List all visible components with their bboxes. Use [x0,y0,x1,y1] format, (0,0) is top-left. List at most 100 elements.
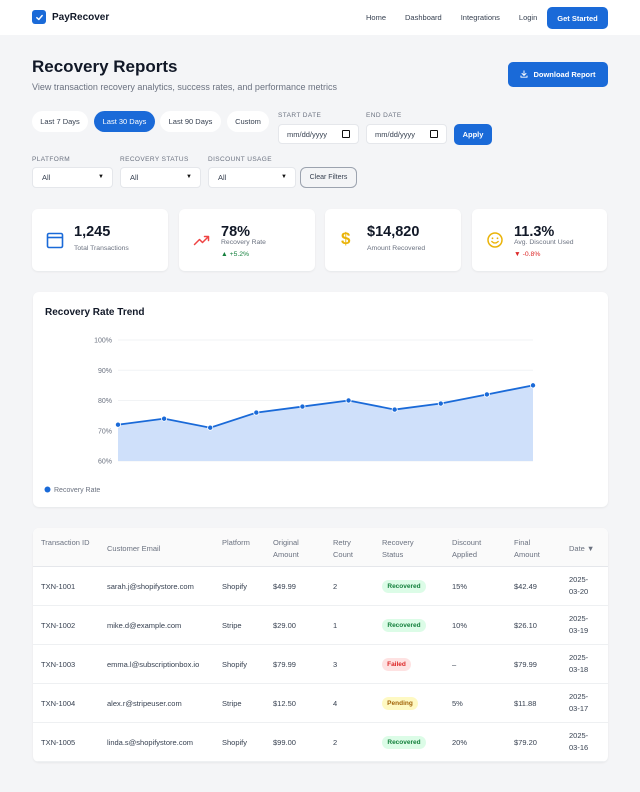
cell-discount-applied: 15% [452,582,468,591]
table-row[interactable]: TXN-1005 linda.s@shopifystore.com Shopify $… [33,723,608,762]
stat-card-total-transactions: 1,245 Total Transactions [32,209,168,271]
cell-platform: Shopify [222,660,248,669]
cell-customer-email: alex.r@stripeuser.com [107,699,182,708]
data-point [207,424,214,431]
calendar-icon [46,231,64,249]
cell-platform: Shopify [222,582,248,591]
cell-final-amount: $26.10 [514,621,537,630]
column-header-discount-applied[interactable]: Discount Applied [452,537,492,561]
status-badge: Recovered [382,619,426,632]
start-date-placeholder: mm/dd/yyyy [287,129,328,139]
chevron-down-icon: ▼ [281,174,287,180]
range-30-days[interactable]: Last 30 Days [94,111,155,132]
recovery-status-select[interactable]: All ▼ [120,167,201,188]
cell-date: 2025-03-18 [569,653,589,674]
transactions-table: Transaction ID Customer Email Platform O… [33,528,608,762]
end-date-label: END DATE [366,112,402,119]
cell-transaction-id: TXN-1003 [41,660,76,669]
cell-transaction-id: TXN-1002 [41,621,76,630]
recovery-rate-chart-card: Recovery Rate Trend 100% 90% 80% 70% 60% Reco… [33,292,608,507]
nav-link-home[interactable]: Home [366,13,386,22]
discount-usage-select-value: All [218,173,227,182]
cell-retry-count: 2 [333,738,338,747]
column-header-retry-count[interactable]: Retry Count [333,537,373,561]
cell-retry-count: 3 [333,660,338,669]
cell-date: 2025-03-20 [569,575,589,596]
stat-value: $14,820 [367,224,420,240]
cell-original-amount: $49.99 [273,582,296,591]
legend-swatch [44,486,51,493]
nav-link-login[interactable]: Login [519,13,537,22]
column-header-transaction-id[interactable]: Transaction ID [41,537,99,549]
data-point [299,403,306,410]
calendar-icon[interactable] [342,130,350,138]
column-header-final-amount[interactable]: Final Amount [514,537,550,561]
apply-button[interactable]: Apply [454,124,492,145]
cell-date: 2025-03-16 [569,731,589,752]
status-badge: Failed [382,658,411,671]
stat-label: Total Transactions [74,245,129,252]
top-nav: PayRecover Home Dashboard Integrations L… [0,0,640,35]
get-started-button[interactable]: Get Started [547,7,608,29]
start-date-label: START DATE [278,112,322,119]
stat-value: 78% [221,224,251,240]
status-badge: Recovered [382,580,426,593]
nav-link-dashboard[interactable]: Dashboard [405,13,442,22]
cell-discount-applied: – [452,660,457,669]
cell-original-amount: $79.99 [273,660,296,669]
table-row[interactable]: TXN-1002 mike.d@example.com Stripe $29.00 1 R… [33,606,608,645]
logo[interactable]: PayRecover [32,10,109,24]
smile-icon [486,231,504,249]
chevron-down-icon: ▼ [186,174,192,180]
platform-label: PLATFORM [32,156,71,163]
end-date-input[interactable]: mm/dd/yyyy [366,124,447,144]
trend-up-icon [193,231,211,249]
status-badge: Recovered [382,736,426,749]
data-point [437,400,444,407]
cell-date: 2025-03-17 [569,692,589,713]
cell-transaction-id: TXN-1001 [41,582,76,591]
stat-delta: ▲ +5.2% [221,251,250,258]
cell-final-amount: $79.99 [514,660,537,669]
column-header-customer-email[interactable]: Customer Email [107,543,160,555]
clear-filters-button[interactable]: Clear Filters [300,167,357,188]
cell-platform: Shopify [222,738,248,747]
nav-link-integrations[interactable]: Integrations [461,13,500,22]
cell-platform: Stripe [222,621,242,630]
discount-usage-label: DISCOUNT USAGE [208,156,272,163]
start-date-input[interactable]: mm/dd/yyyy [278,124,359,144]
cell-customer-email: mike.d@example.com [107,621,182,630]
column-header-platform[interactable]: Platform [222,537,250,549]
check-icon [32,10,46,24]
column-header-original-amount[interactable]: Original Amount [273,537,313,561]
data-point [391,406,398,413]
chevron-down-icon: ▼ [98,174,104,180]
y-tick-label: 70% [98,428,112,435]
stat-card-avg-discount: 11.3% Avg. Discount Used ▼ -0.8% [472,209,607,271]
page-subtitle: View transaction recovery analytics, suc… [32,82,337,92]
cell-transaction-id: TXN-1004 [41,699,76,708]
dollar-icon: $ [341,229,351,248]
page-title: Recovery Reports [32,57,178,76]
status-badge: Pending [382,697,418,710]
discount-usage-select[interactable]: All ▼ [208,167,296,188]
download-report-button[interactable]: Download Report [508,62,608,87]
data-point [161,415,168,422]
range-7-days[interactable]: Last 7 Days [32,111,88,132]
data-point [115,421,122,428]
calendar-icon[interactable] [430,130,438,138]
column-header-date[interactable]: Date ▼ [569,543,594,555]
platform-select[interactable]: All ▼ [32,167,113,188]
data-point [253,409,260,416]
cell-customer-email: sarah.j@shopifystore.com [107,582,194,591]
table-row[interactable]: TXN-1004 alex.r@stripeuser.com Stripe $12.5… [33,684,608,723]
range-custom[interactable]: Custom [227,111,269,132]
table-header: Transaction ID Customer Email Platform O… [33,528,608,567]
column-header-recovery-status[interactable]: Recovery Status [382,537,422,561]
range-90-days[interactable]: Last 90 Days [160,111,221,132]
y-tick-label: 80% [98,398,112,405]
table-row[interactable]: TXN-1001 sarah.j@shopifystore.com Shopify $… [33,567,608,606]
table-row[interactable]: TXN-1003 emma.l@subscriptionbox.io Shopify… [33,645,608,684]
cell-retry-count: 4 [333,699,338,708]
recovery-rate-chart: 100% 90% 80% 70% 60% Recovery Rate [44,338,536,494]
